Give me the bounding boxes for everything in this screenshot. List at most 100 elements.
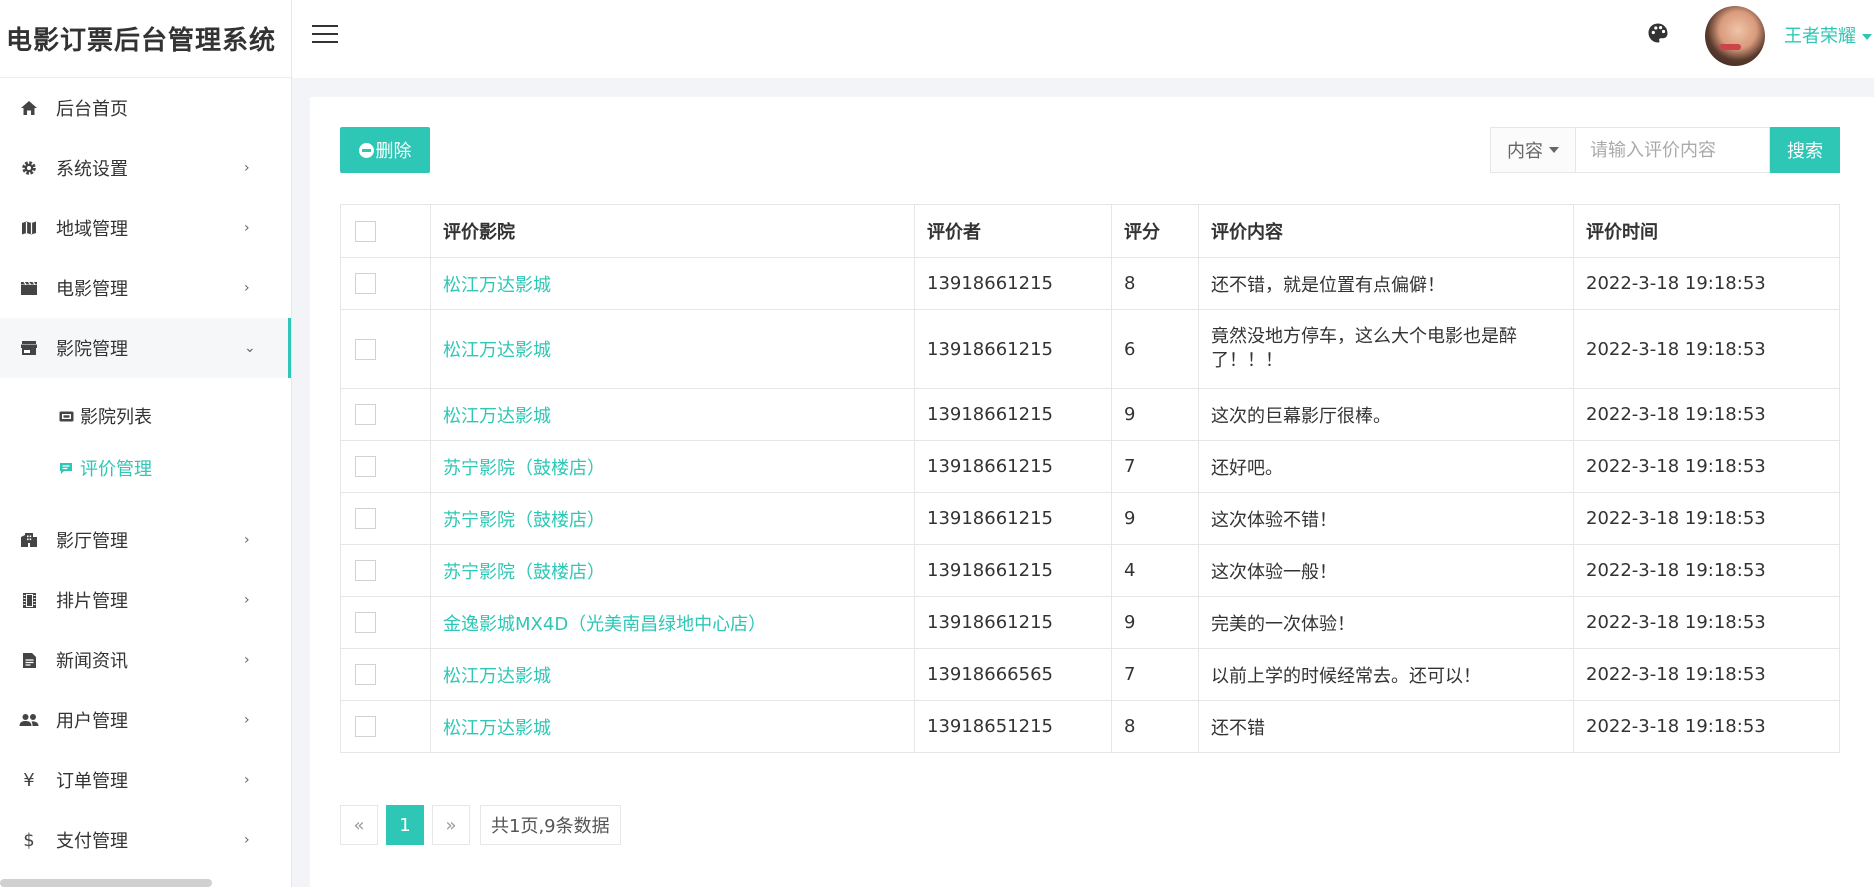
next-page-button[interactable]: » <box>432 805 470 845</box>
score-cell: 6 <box>1111 309 1199 389</box>
minus-circle-icon <box>358 142 374 158</box>
row-checkbox[interactable] <box>355 560 376 582</box>
reviewer-cell: 13918666565 <box>914 648 1112 701</box>
prev-page-button[interactable]: « <box>340 805 378 845</box>
cinema-link[interactable]: 苏宁影院（鼓楼店） <box>443 510 605 531</box>
submenu-item-label: 影院列表 <box>80 407 152 428</box>
store-icon <box>18 337 40 359</box>
chevron-right-icon: › <box>244 832 250 848</box>
sidebar-item-home[interactable]: 后台首页 <box>0 78 291 138</box>
reviewer-cell: 13918661215 <box>914 440 1112 493</box>
row-select-cell <box>340 700 431 753</box>
chevron-right-icon: › <box>244 592 250 608</box>
sidebar-item-news[interactable]: 新闻资讯 › <box>0 630 291 690</box>
palette-icon[interactable] <box>1647 22 1671 46</box>
time-cell: 2022-3-18 19:18:53 <box>1573 596 1840 649</box>
score-cell: 7 <box>1111 440 1199 493</box>
content-cell: 还不错，就是位置有点偏僻！ <box>1198 257 1574 310</box>
search-field-select[interactable]: 内容 <box>1490 127 1576 173</box>
chevron-right-icon: › <box>244 160 250 176</box>
sidebar-item-region[interactable]: 地域管理 › <box>0 198 291 258</box>
content-cell: 这次的巨幕影厅很棒。 <box>1198 388 1574 441</box>
row-select-cell <box>340 440 431 493</box>
reviewer-cell: 13918661215 <box>914 544 1112 597</box>
time-cell: 2022-3-18 19:18:53 <box>1573 700 1840 753</box>
sidebar-item-cinema[interactable]: 影院管理 ⌄ <box>0 318 291 378</box>
sidebar-item-payments[interactable]: $ 支付管理 › <box>0 810 291 870</box>
reviewer-cell: 13918661215 <box>914 309 1112 389</box>
row-checkbox[interactable] <box>355 456 376 478</box>
select-all-checkbox[interactable] <box>355 220 376 242</box>
table-row: 苏宁影院（鼓楼店） 13918661215 9 这次体验不错！ 2022-3-1… <box>340 492 1840 545</box>
cinema-link[interactable]: 松江万达影城 <box>443 666 551 687</box>
sidebar-menu: 后台首页 系统设置 › 地域管理 › 电影管理 › 影院管理 ⌄ 影院列表 评价… <box>0 78 291 870</box>
row-checkbox[interactable] <box>355 716 376 738</box>
cinema-link[interactable]: 苏宁影院（鼓楼店） <box>443 458 605 479</box>
row-select-cell <box>340 388 431 441</box>
sidebar-item-halls[interactable]: 影厅管理 › <box>0 510 291 570</box>
delete-button[interactable]: 删除 <box>340 127 430 173</box>
cinema-cell: 松江万达影城 <box>430 388 915 441</box>
sidebar-item-label: 支付管理 <box>56 831 128 852</box>
content-cell: 这次体验不错！ <box>1198 492 1574 545</box>
chevron-right-icon: › <box>244 532 250 548</box>
search-button[interactable]: 搜索 <box>1770 127 1840 173</box>
search-input[interactable] <box>1576 127 1770 173</box>
row-checkbox[interactable] <box>355 404 376 426</box>
search-bar: 内容 搜索 <box>1490 127 1840 173</box>
table-row: 金逸影城MX4D（光美南昌绿地中心店） 13918661215 9 完美的一次体… <box>340 596 1840 649</box>
cinema-link[interactable]: 苏宁影院（鼓楼店） <box>443 562 605 583</box>
sidebar-item-label: 排片管理 <box>56 591 128 612</box>
avatar[interactable] <box>1705 6 1765 66</box>
time-cell: 2022-3-18 19:18:53 <box>1573 440 1840 493</box>
sidebar-scrollbar[interactable] <box>0 879 212 887</box>
table-header-row: 评价影院 评价者 评分 评价内容 评价时间 <box>340 204 1840 258</box>
cinema-link[interactable]: 松江万达影城 <box>443 718 551 739</box>
hamburger-menu-icon[interactable] <box>312 25 338 47</box>
document-icon <box>18 649 40 671</box>
sidebar-item-label: 用户管理 <box>56 711 128 732</box>
sidebar-item-label: 订单管理 <box>56 771 128 792</box>
row-checkbox[interactable] <box>355 273 376 295</box>
sidebar-item-label: 电影管理 <box>56 279 128 300</box>
row-select-cell <box>340 492 431 545</box>
cinema-link[interactable]: 金逸影城MX4D（光美南昌绿地中心店） <box>443 614 766 635</box>
cinema-link[interactable]: 松江万达影城 <box>443 406 551 427</box>
table-row: 松江万达影城 13918666565 7 以前上学的时候经常去。还可以！ 202… <box>340 648 1840 701</box>
row-select-cell <box>340 648 431 701</box>
sidebar-item-movies[interactable]: 电影管理 › <box>0 258 291 318</box>
pagination-info: 共1页,9条数据 <box>480 805 621 845</box>
sidebar-item-review-management[interactable]: 评价管理 <box>0 442 291 494</box>
user-menu[interactable]: 王者荣耀 <box>1784 22 1872 48</box>
table-row: 苏宁影院（鼓楼店） 13918661215 7 还好吧。 2022-3-18 1… <box>340 440 1840 493</box>
users-icon <box>18 709 40 731</box>
content-cell: 完美的一次体验！ <box>1198 596 1574 649</box>
score-cell: 9 <box>1111 596 1199 649</box>
sidebar-item-label: 影院管理 <box>56 339 128 360</box>
sidebar-item-system-settings[interactable]: 系统设置 › <box>0 138 291 198</box>
sidebar-item-orders[interactable]: ¥ 订单管理 › <box>0 750 291 810</box>
row-checkbox[interactable] <box>355 508 376 530</box>
reviewer-cell: 13918661215 <box>914 492 1112 545</box>
column-header-content: 评价内容 <box>1198 204 1574 258</box>
submenu-item-label: 评价管理 <box>80 459 152 480</box>
cinema-cell: 松江万达影城 <box>430 309 915 389</box>
sidebar-item-users[interactable]: 用户管理 › <box>0 690 291 750</box>
row-checkbox[interactable] <box>355 612 376 634</box>
table-row: 松江万达影城 13918651215 8 还不错 2022-3-18 19:18… <box>340 700 1840 753</box>
page-1-button[interactable]: 1 <box>386 805 424 845</box>
time-cell: 2022-3-18 19:18:53 <box>1573 544 1840 597</box>
chevron-down-icon: ⌄ <box>244 340 256 356</box>
cinema-cell: 金逸影城MX4D（光美南昌绿地中心店） <box>430 596 915 649</box>
cinema-cell: 苏宁影院（鼓楼店） <box>430 440 915 493</box>
sidebar-item-schedule[interactable]: 排片管理 › <box>0 570 291 630</box>
sidebar-item-cinema-list[interactable]: 影院列表 <box>0 390 291 442</box>
row-checkbox[interactable] <box>355 338 376 360</box>
row-checkbox[interactable] <box>355 664 376 686</box>
chevron-right-icon: › <box>244 280 250 296</box>
building-icon <box>18 529 40 551</box>
table-row: 松江万达影城 13918661215 9 这次的巨幕影厅很棒。 2022-3-1… <box>340 388 1840 441</box>
cinema-link[interactable]: 松江万达影城 <box>443 340 551 361</box>
cinema-link[interactable]: 松江万达影城 <box>443 275 551 296</box>
main-panel: 删除 内容 搜索 评价影院 评价者 评分 评价内容 评价时间 松江万达影城 13… <box>310 97 1874 887</box>
